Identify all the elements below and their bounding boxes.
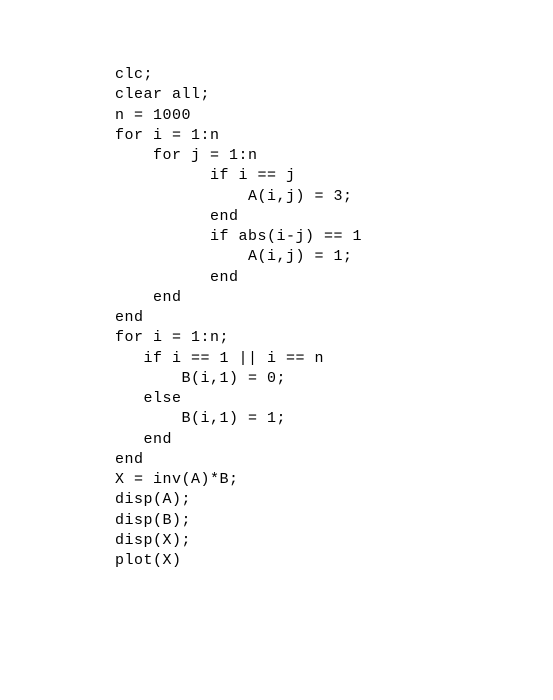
code-block: clc;clear all;n = 1000for i = 1:n for j …	[115, 65, 553, 571]
code-line: A(i,j) = 3;	[115, 187, 553, 207]
code-line: clear all;	[115, 85, 553, 105]
code-line: clc;	[115, 65, 553, 85]
code-line: end	[115, 430, 553, 450]
code-line: if i == 1 || i == n	[115, 349, 553, 369]
code-line: end	[115, 308, 553, 328]
code-line: disp(X);	[115, 531, 553, 551]
code-line: A(i,j) = 1;	[115, 247, 553, 267]
code-line: n = 1000	[115, 106, 553, 126]
code-line: disp(B);	[115, 511, 553, 531]
code-line: B(i,1) = 1;	[115, 409, 553, 429]
code-line: end	[115, 450, 553, 470]
code-line: X = inv(A)*B;	[115, 470, 553, 490]
code-line: else	[115, 389, 553, 409]
code-line: plot(X)	[115, 551, 553, 571]
code-line: if abs(i-j) == 1	[115, 227, 553, 247]
code-line: disp(A);	[115, 490, 553, 510]
code-line: end	[115, 268, 553, 288]
code-line: if i == j	[115, 166, 553, 186]
code-line: for i = 1:n	[115, 126, 553, 146]
code-line: end	[115, 207, 553, 227]
code-line: for j = 1:n	[115, 146, 553, 166]
code-line: for i = 1:n;	[115, 328, 553, 348]
code-line: end	[115, 288, 553, 308]
code-line: B(i,1) = 0;	[115, 369, 553, 389]
